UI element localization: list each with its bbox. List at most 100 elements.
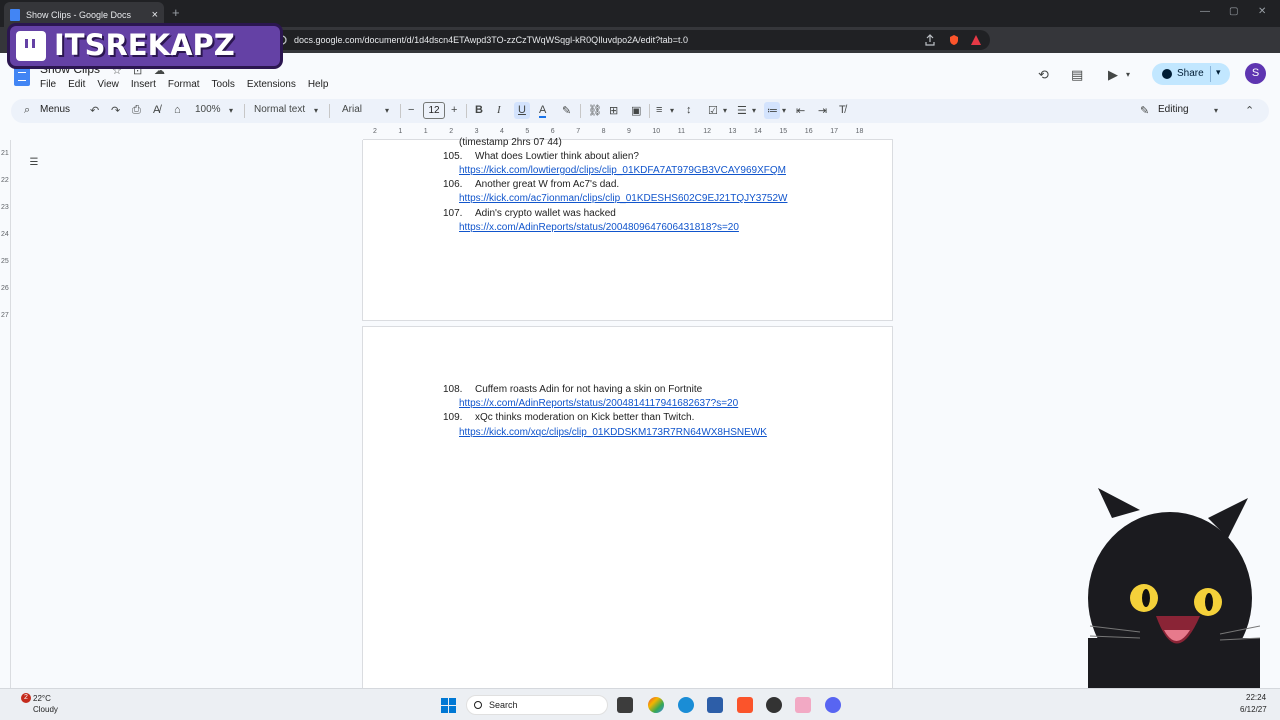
print-icon[interactable]: ⎙ xyxy=(132,104,141,117)
share-options-icon[interactable]: ▾ xyxy=(1216,67,1221,78)
increase-indent-icon[interactable]: ⇥ xyxy=(818,104,827,117)
clip-link[interactable]: https://x.com/AdinReports/status/2004809… xyxy=(459,222,739,233)
horizontal-ruler[interactable]: 2 1 1 2 3 4 5 6 7 8 9 10 11 12 13 14 15 16 17 18 xyxy=(363,126,893,140)
list-item-number: 105. xyxy=(443,151,463,162)
clock-date[interactable]: 6/12/27 xyxy=(1240,705,1267,714)
clip-link[interactable]: https://kick.com/ac7ionman/clips/clip_01… xyxy=(459,193,787,204)
add-comment-icon[interactable]: ⊞ xyxy=(609,104,618,117)
obs-icon[interactable] xyxy=(766,697,782,713)
menu-tools[interactable]: Tools xyxy=(212,79,235,90)
editing-pencil-icon[interactable]: ✎ xyxy=(1140,104,1149,117)
comments-icon[interactable]: ▤ xyxy=(1071,67,1083,83)
minimize-icon[interactable]: — xyxy=(1200,6,1210,17)
menu-file[interactable]: File xyxy=(40,79,56,90)
align-caret-icon[interactable]: ▾ xyxy=(670,106,674,115)
list-item-number: 107. xyxy=(443,208,463,219)
docs-logo-icon[interactable] xyxy=(14,65,30,86)
spellcheck-icon[interactable]: A̸ xyxy=(153,104,160,116)
zoom-caret-icon[interactable]: ▾ xyxy=(229,106,233,115)
share-button[interactable]: Share ▾ xyxy=(1152,63,1230,85)
menu-format[interactable]: Format xyxy=(168,79,200,90)
menus-search[interactable]: Menus xyxy=(40,104,70,115)
clip-link[interactable]: https://kick.com/xqc/clips/clip_01KDDSKM… xyxy=(459,427,767,438)
paint-format-icon[interactable]: ⌂ xyxy=(174,104,181,116)
ruler-tick-label: 16 xyxy=(804,128,813,135)
brave-rewards-icon[interactable] xyxy=(970,34,982,46)
clip-link[interactable]: https://x.com/AdinReports/status/2004814… xyxy=(459,398,738,409)
menu-extensions[interactable]: Extensions xyxy=(247,79,296,90)
browser-tab[interactable]: Show Clips - Google Docs × xyxy=(4,2,164,27)
line-spacing-icon[interactable]: ↕ xyxy=(686,104,692,116)
document-page[interactable]: (timestamp 2hrs 07 44) 105. What does Lo… xyxy=(362,137,893,321)
insert-link-icon[interactable]: ⛓ xyxy=(588,104,602,117)
version-history-icon[interactable]: ⟲ xyxy=(1038,67,1049,83)
search-icon[interactable]: ⌕ xyxy=(24,104,30,117)
italic-icon[interactable]: I xyxy=(497,104,501,116)
menu-edit[interactable]: Edit xyxy=(68,79,85,90)
clock-time[interactable]: 22:24 xyxy=(1246,693,1266,702)
undo-icon[interactable]: ↶ xyxy=(90,104,99,117)
address-bar[interactable]: docs.google.com/document/d/1d4dscn4ETAwp… xyxy=(270,30,990,50)
discord-icon[interactable] xyxy=(825,697,841,713)
bold-icon[interactable]: B xyxy=(475,104,483,116)
toolbar-divider xyxy=(649,104,650,118)
weather-condition[interactable]: Cloudy xyxy=(33,705,58,714)
maximize-icon[interactable]: ▢ xyxy=(1229,6,1238,17)
app-icon[interactable] xyxy=(795,697,811,713)
store-icon[interactable] xyxy=(707,697,723,713)
share-page-icon[interactable] xyxy=(924,34,936,46)
toolbar-divider xyxy=(400,104,401,118)
tab-close-icon[interactable]: × xyxy=(152,9,158,21)
taskbar-search[interactable]: Search xyxy=(466,695,608,715)
menu-view[interactable]: View xyxy=(97,79,119,90)
editing-mode-select[interactable]: Editing xyxy=(1158,104,1189,115)
decrease-font-size-icon[interactable]: − xyxy=(408,104,414,116)
font-select[interactable]: Arial xyxy=(342,104,362,115)
style-caret-icon[interactable]: ▾ xyxy=(314,106,318,115)
numbered-list-icon[interactable]: ≔ xyxy=(767,104,778,117)
clear-formatting-icon[interactable]: T̸ xyxy=(839,104,846,116)
clip-link[interactable]: https://kick.com/lowtiergod/clips/clip_0… xyxy=(459,165,786,176)
redo-icon[interactable]: ↷ xyxy=(111,104,120,117)
weather-temperature[interactable]: 22°C xyxy=(33,694,51,703)
editing-caret-icon[interactable]: ▾ xyxy=(1214,106,1218,115)
style-select[interactable]: Normal text xyxy=(254,104,305,115)
avatar[interactable]: S xyxy=(1245,63,1266,84)
text-color-icon[interactable]: A xyxy=(539,104,547,118)
font-size-input[interactable]: 12 xyxy=(423,102,445,119)
highlight-icon[interactable]: ✎ xyxy=(562,104,571,117)
bullet-caret-icon[interactable]: ▾ xyxy=(752,106,756,115)
brave-shields-icon[interactable] xyxy=(948,34,960,46)
window-close-icon[interactable]: ✕ xyxy=(1258,6,1266,17)
menu-help[interactable]: Help xyxy=(308,79,329,90)
file-explorer-icon[interactable] xyxy=(617,697,633,713)
font-caret-icon[interactable]: ▾ xyxy=(385,106,389,115)
menu-insert[interactable]: Insert xyxy=(131,79,156,90)
checklist-icon[interactable]: ☑ xyxy=(708,104,718,117)
zoom-select[interactable]: 100% xyxy=(195,104,221,115)
increase-font-size-icon[interactable]: + xyxy=(451,104,457,116)
decrease-indent-icon[interactable]: ⇤ xyxy=(796,104,805,117)
brave-browser-icon[interactable] xyxy=(737,697,753,713)
ruler-tick-label: 26 xyxy=(1,285,9,292)
insert-image-icon[interactable]: ▣ xyxy=(631,104,641,117)
copilot-icon[interactable] xyxy=(648,697,664,713)
meet-caret-icon[interactable]: ▾ xyxy=(1126,70,1130,79)
document-page[interactable]: 108. Cuffem roasts Adin for not having a… xyxy=(362,326,893,696)
meet-icon[interactable]: ▶ xyxy=(1108,67,1118,83)
collapse-menus-icon[interactable]: ⌃ xyxy=(1245,104,1254,117)
taskbar-search-label: Search xyxy=(489,700,518,710)
vertical-ruler[interactable]: 21 22 23 24 25 26 27 xyxy=(0,140,11,688)
underline-icon[interactable]: U xyxy=(518,104,526,116)
windows-start-icon[interactable] xyxy=(441,698,456,713)
document-outline-icon[interactable]: ☰ xyxy=(26,155,42,171)
docs-toolbar: ⌕ Menus ↶ ↷ ⎙ A̸ ⌂ 100% ▾ Normal text ▾ … xyxy=(11,99,1269,123)
list-item-number: 106. xyxy=(443,179,463,190)
numbered-list-caret-icon[interactable]: ▾ xyxy=(782,106,786,115)
bulleted-list-icon[interactable]: ☰ xyxy=(737,104,747,117)
align-icon[interactable]: ≡ xyxy=(656,104,662,116)
new-tab-button[interactable]: + xyxy=(172,5,180,20)
checklist-caret-icon[interactable]: ▾ xyxy=(723,106,727,115)
share-label: Share xyxy=(1177,68,1204,79)
edge-icon[interactable] xyxy=(678,697,694,713)
